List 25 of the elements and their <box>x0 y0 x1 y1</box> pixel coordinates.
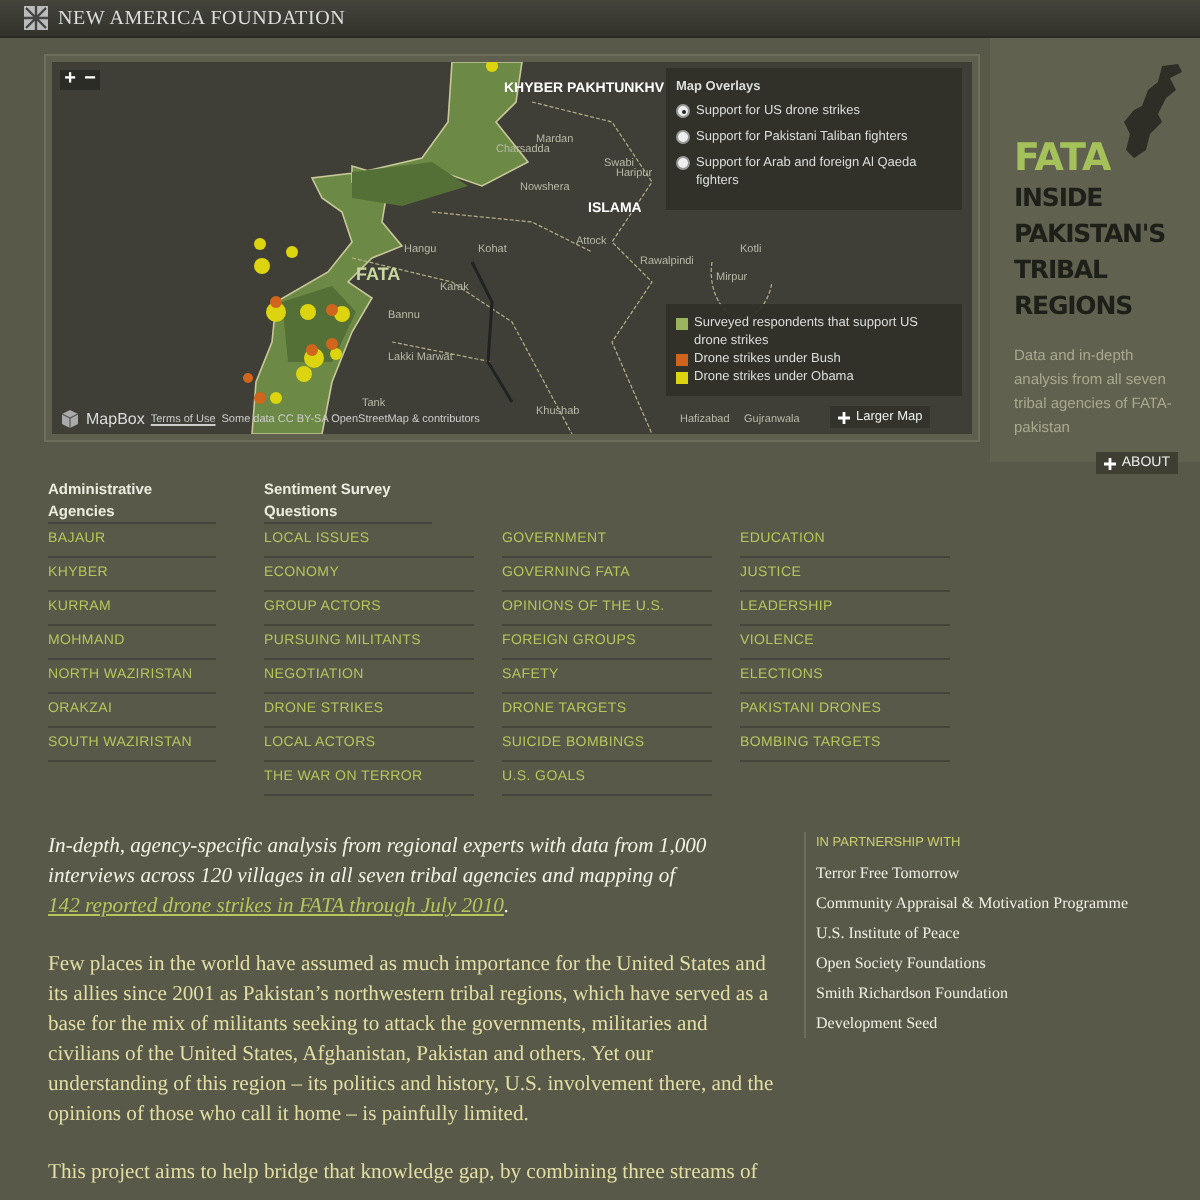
mapbox-logo-text[interactable]: MapBox <box>86 410 145 428</box>
logo-icon[interactable] <box>24 6 48 30</box>
box-icon <box>60 410 80 428</box>
body-paragraph: Few places in the world have assumed as much importance for the United States and its allies since 2001 as Pakistan’s northwestern tribal regions, which have served as a base for the mix of militants seeking to attack the governments, militaries and civilians of the United States, Afghanistan, Pakistan and others. Yet our understanding of this region – its politics and history, U.S. involvement there, and the opinions of those who call it home – is painfully limited. <box>48 952 776 1130</box>
radio-button[interactable] <box>676 104 690 118</box>
zoom-out-button[interactable]: − <box>80 70 100 90</box>
partner-name: Open Society Foundations <box>816 952 988 976</box>
intro-paragraph: In-depth, agency-specific analysis from regional experts with data from 1,000 interviews across 120 villages in all seven tribal agencies and mapping of 142 reported drone strikes in FATA through July 2010. <box>48 834 709 922</box>
fata-title: FATA <box>1014 138 1113 178</box>
site-title[interactable]: NEW AMERICA FOUNDATION <box>58 7 346 29</box>
partner-name: Smith Richardson Foundation <box>816 982 1010 1006</box>
page-subtitle: INSIDE PAKISTAN'S TRIBAL REGIONS <box>1014 180 1168 324</box>
body-paragraph: This project aims to help bridge that knowledge gap, by combining three streams of <box>48 1160 760 1188</box>
pakistan-map-icon <box>1122 62 1182 162</box>
drone-strikes-link[interactable]: 142 reported drone strikes in FATA through July 2010 <box>48 896 504 918</box>
map-label: FATA <box>356 264 401 284</box>
plus-icon <box>1103 457 1116 469</box>
zoom-in-button[interactable]: + <box>60 70 80 90</box>
radio-button[interactable] <box>676 156 690 170</box>
radio-button[interactable] <box>676 130 690 144</box>
partner-name: U.S. Institute of Peace <box>816 922 962 946</box>
partner-name: Terror Free Tomorrow <box>816 862 962 886</box>
partner-name: Community Appraisal & Motivation Programme <box>816 892 1128 916</box>
partner-name: Development Seed <box>816 1012 940 1036</box>
plus-icon <box>838 411 850 423</box>
